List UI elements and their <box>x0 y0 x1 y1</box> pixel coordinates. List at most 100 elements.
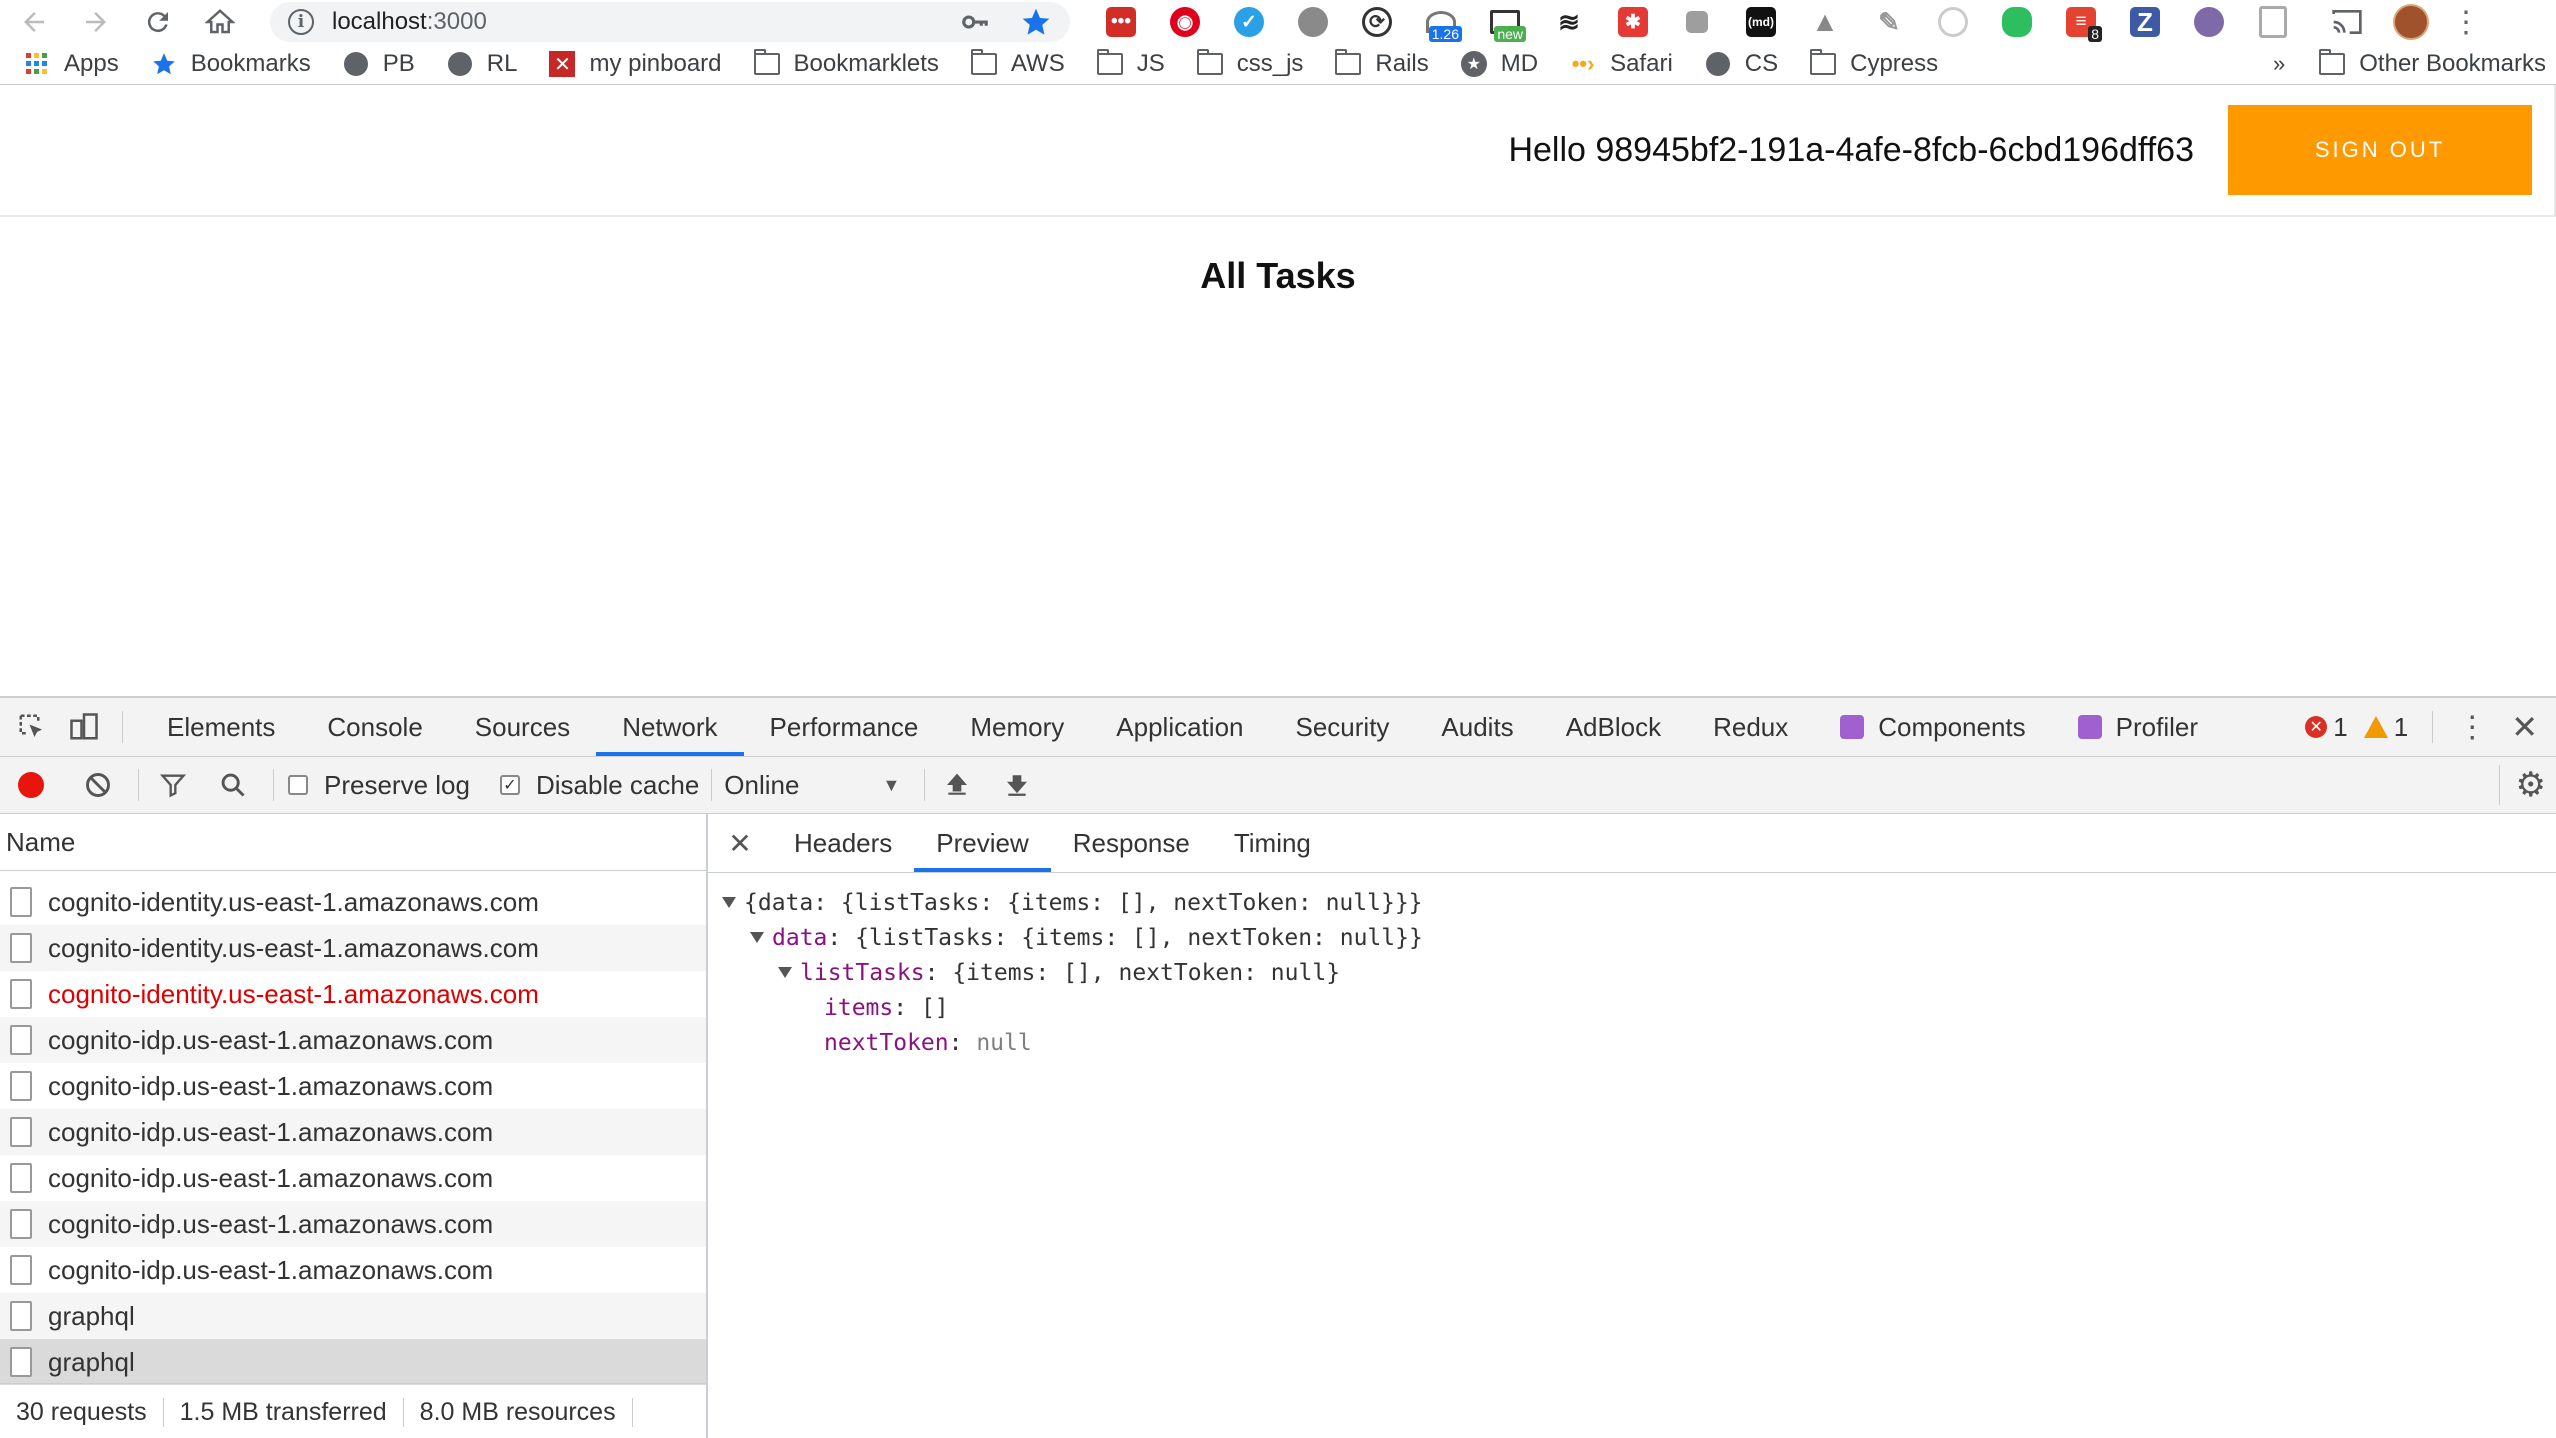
json-root-line[interactable]: {data: {listTasks: {items: [], nextToken… <box>708 885 2556 920</box>
bookmark-star-icon[interactable] <box>1020 6 1052 38</box>
tab-components[interactable]: Components <box>1814 698 2051 756</box>
key-icon[interactable] <box>960 7 990 37</box>
tab-performance[interactable]: Performance <box>744 698 945 756</box>
network-settings-icon[interactable]: ⚙ <box>2498 765 2546 805</box>
error-counter[interactable]: ✕ 1 1 <box>2305 712 2408 743</box>
sync-extension-icon[interactable]: ⟳ <box>1348 2 1406 42</box>
new-badge: new <box>1494 26 1526 42</box>
inspect-element-icon[interactable] <box>12 707 52 747</box>
quill-extension-icon[interactable]: ✎ <box>1860 2 1918 42</box>
name-column-header[interactable]: Name <box>0 814 706 871</box>
reload-button[interactable] <box>138 2 178 42</box>
bookmark-safari[interactable]: ••› Safari <box>1570 50 1673 78</box>
tab-sources[interactable]: Sources <box>449 698 596 756</box>
bookmark-folder-css-js[interactable]: css_js <box>1196 49 1303 78</box>
request-row[interactable]: graphql <box>0 1293 706 1339</box>
tab-timing[interactable]: Timing <box>1212 814 1333 872</box>
chrome-menu-icon[interactable]: ⋮ <box>2446 2 2486 42</box>
sign-out-button[interactable]: SIGN OUT <box>2228 105 2532 195</box>
request-row[interactable]: cognito-identity.us-east-1.amazonaws.com <box>0 879 706 925</box>
speed-extension-icon[interactable]: 1.26 <box>1412 2 1470 42</box>
import-har-icon[interactable] <box>937 765 977 805</box>
profile-avatar[interactable] <box>2382 2 2440 42</box>
tab-security[interactable]: Security <box>1270 698 1416 756</box>
throttle-select[interactable]: Online ▼ <box>724 770 900 801</box>
bookmark-folder-js[interactable]: JS <box>1096 49 1165 78</box>
lastpass-extension-icon[interactable]: ••• <box>1092 2 1150 42</box>
tab-application[interactable]: Application <box>1090 698 1269 756</box>
request-row[interactable]: cognito-idp.us-east-1.amazonaws.com <box>0 1063 706 1109</box>
request-row[interactable]: cognito-idp.us-east-1.amazonaws.com <box>0 1247 706 1293</box>
json-listtasks-line[interactable]: listTasks: {items: [], nextToken: null} <box>708 955 2556 990</box>
evernote-extension-icon[interactable] <box>1988 2 2046 42</box>
adblock-extension-icon[interactable]: ◉ <box>1156 2 1214 42</box>
tab-response[interactable]: Response <box>1051 814 1212 872</box>
request-row[interactable]: cognito-idp.us-east-1.amazonaws.com <box>0 1201 706 1247</box>
bookmark-bookmarks[interactable]: Bookmarks <box>151 50 311 78</box>
tab-headers[interactable]: Headers <box>772 814 914 872</box>
bookmark-label: AWS <box>1010 50 1065 77</box>
request-row[interactable]: cognito-idp.us-east-1.amazonaws.com <box>0 1109 706 1155</box>
bookmark-cs[interactable]: CS <box>1705 50 1778 78</box>
request-row[interactable]: cognito-idp.us-east-1.amazonaws.com <box>0 1155 706 1201</box>
markdown-extension-icon[interactable]: (md) <box>1732 2 1790 42</box>
todoist-extension-icon[interactable]: ≡ 8 <box>2052 2 2110 42</box>
tab-preview[interactable]: Preview <box>914 814 1051 872</box>
address-bar[interactable]: i localhost:3000 <box>270 2 1070 42</box>
copy-extension-icon[interactable] <box>2244 2 2302 42</box>
bookmark-rl[interactable]: RL <box>447 50 517 78</box>
bookmarks-overflow-button[interactable]: » <box>2273 51 2285 77</box>
chat-extension-icon[interactable] <box>1284 2 1342 42</box>
bookmark-my-pinboard[interactable]: ✕ my pinboard <box>549 50 722 78</box>
tab-profiler[interactable]: Profiler <box>2052 698 2224 756</box>
preserve-log-checkbox[interactable] <box>288 775 308 795</box>
buffer-extension-icon[interactable]: ≋ <box>1540 2 1598 42</box>
json-data-line[interactable]: data: {listTasks: {items: [], nextToken:… <box>708 920 2556 955</box>
bookmark-folder-rails[interactable]: Rails <box>1335 49 1429 78</box>
forward-button[interactable] <box>76 2 116 42</box>
clear-icon[interactable] <box>78 765 118 805</box>
bookmark-label: Safari <box>1610 50 1673 77</box>
back-button[interactable] <box>14 2 54 42</box>
cast-icon[interactable] <box>2318 2 2376 42</box>
disable-cache-checkbox[interactable]: ✓ <box>499 775 520 795</box>
zotero-extension-icon[interactable]: Z <box>2116 2 2174 42</box>
tab-adblock[interactable]: AdBlock <box>1540 698 1687 756</box>
tab-audits[interactable]: Audits <box>1415 698 1539 756</box>
puzzle-extension-icon[interactable] <box>1668 2 1726 42</box>
tab-network[interactable]: Network <box>596 698 744 756</box>
bookmark-pb[interactable]: PB <box>343 50 415 78</box>
site-info-icon[interactable]: i <box>288 9 314 35</box>
devtools-menu-icon[interactable]: ⋮ <box>2457 710 2487 745</box>
bookmark-folder-cypress[interactable]: Cypress <box>1810 49 1938 78</box>
bookmark-folder-bookmarklets[interactable]: Bookmarklets <box>753 49 939 78</box>
tab-redux[interactable]: Redux <box>1687 698 1814 756</box>
clock-extension-icon[interactable] <box>1924 2 1982 42</box>
octotree-extension-icon[interactable] <box>2180 2 2238 42</box>
bookmark-other-bookmarks[interactable]: Other Bookmarks <box>2319 49 2546 78</box>
react-bug-extension-icon[interactable]: ✱ <box>1604 2 1662 42</box>
home-button[interactable] <box>200 2 240 42</box>
devtools-close-icon[interactable]: ✕ <box>2511 708 2538 746</box>
json-key: items <box>824 994 894 1021</box>
bookmark-apps[interactable]: Apps <box>24 50 119 78</box>
export-har-icon[interactable] <box>997 765 1037 805</box>
request-row[interactable]: cognito-idp.us-east-1.amazonaws.com <box>0 1017 706 1063</box>
drive-extension-icon[interactable]: ▲ <box>1796 2 1854 42</box>
filter-icon[interactable] <box>153 765 193 805</box>
vimium-extension-icon[interactable]: ✓ <box>1220 2 1278 42</box>
bookmark-md[interactable]: ★ MD <box>1460 50 1538 78</box>
record-button[interactable] <box>18 772 44 798</box>
search-icon[interactable] <box>213 765 253 805</box>
new-extension-icon[interactable]: new <box>1476 2 1534 42</box>
request-row[interactable]: cognito-identity.us-east-1.amazonaws.com <box>0 925 706 971</box>
close-detail-icon[interactable]: ✕ <box>720 827 760 860</box>
bookmark-folder-aws[interactable]: AWS <box>970 49 1065 78</box>
request-row-error[interactable]: cognito-identity.us-east-1.amazonaws.com <box>0 971 706 1017</box>
tab-console[interactable]: Console <box>301 698 448 756</box>
tab-memory[interactable]: Memory <box>944 698 1090 756</box>
device-toggle-icon[interactable] <box>64 707 104 747</box>
request-row-selected[interactable]: graphql <box>0 1339 706 1385</box>
tab-elements[interactable]: Elements <box>141 698 301 756</box>
file-icon <box>10 1071 32 1101</box>
